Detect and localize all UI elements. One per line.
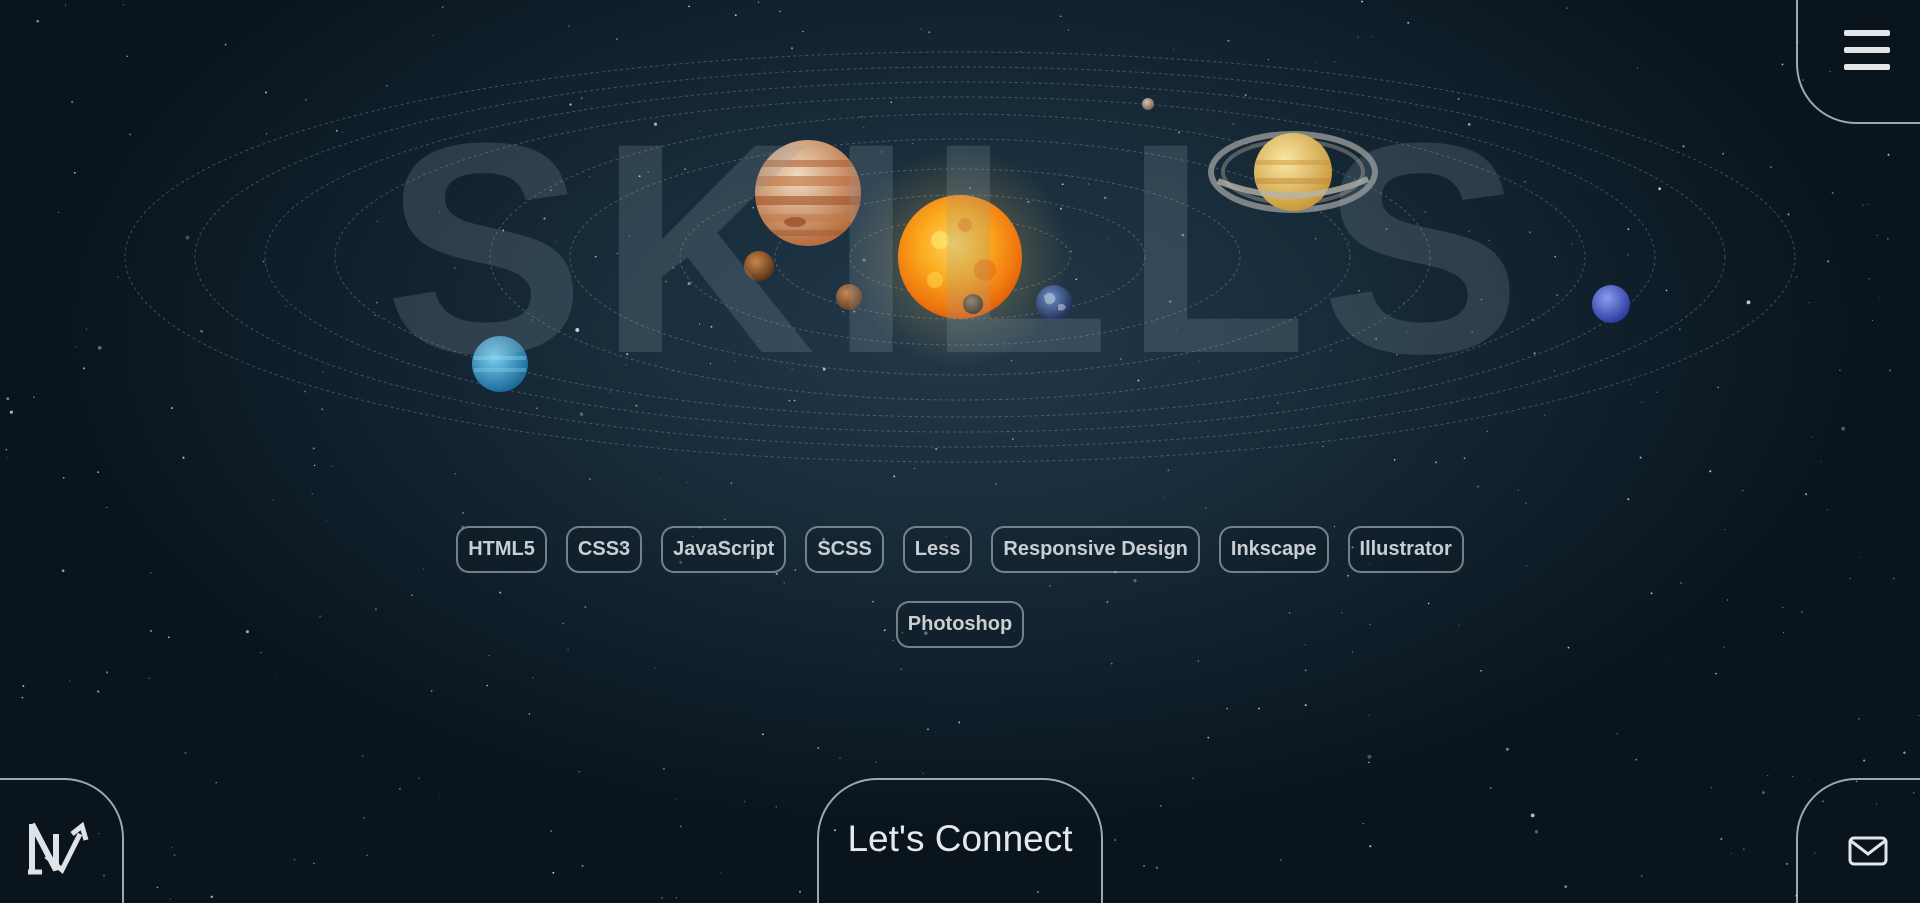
- saturn-planet: [1208, 131, 1378, 213]
- hamburger-menu-icon: [1844, 30, 1890, 70]
- skill-responsive-design[interactable]: Responsive Design: [991, 526, 1200, 573]
- mail-button[interactable]: [1796, 778, 1920, 903]
- skill-css3[interactable]: CSS3: [565, 526, 643, 573]
- skill-scss[interactable]: SCSS: [805, 526, 884, 573]
- sun: [898, 195, 1022, 319]
- venus-planet: [836, 284, 862, 310]
- skills-list: HTML5 CSS3 JavaScript SCSS Less Responsi…: [440, 526, 1480, 648]
- home-logo-button[interactable]: [0, 778, 124, 903]
- skills-page: SKILLS HTML5 CSS3 JavaScript SCSS Less R…: [0, 0, 1920, 903]
- earth-planet: [1036, 285, 1072, 321]
- menu-button[interactable]: [1796, 0, 1920, 124]
- solar-system-illustration: [124, 51, 1796, 463]
- mars-planet: [744, 251, 774, 281]
- skill-illustrator[interactable]: Illustrator: [1347, 526, 1464, 573]
- pluto-planet: [1142, 98, 1154, 110]
- envelope-icon: [1848, 836, 1888, 866]
- logo-monogram-icon: [28, 821, 89, 875]
- skill-photoshop[interactable]: Photoshop: [895, 601, 1025, 648]
- neptune-planet: [1592, 285, 1630, 323]
- jupiter-planet: [755, 140, 861, 246]
- lets-connect-label: Let's Connect: [847, 818, 1073, 859]
- mercury-planet: [963, 294, 983, 314]
- skill-javascript[interactable]: JavaScript: [661, 526, 787, 573]
- uranus-planet: [472, 336, 528, 392]
- skill-less[interactable]: Less: [902, 526, 973, 573]
- skill-html5[interactable]: HTML5: [456, 526, 547, 573]
- skill-inkscape[interactable]: Inkscape: [1218, 526, 1329, 573]
- lets-connect-button[interactable]: Let's Connect: [817, 778, 1103, 903]
